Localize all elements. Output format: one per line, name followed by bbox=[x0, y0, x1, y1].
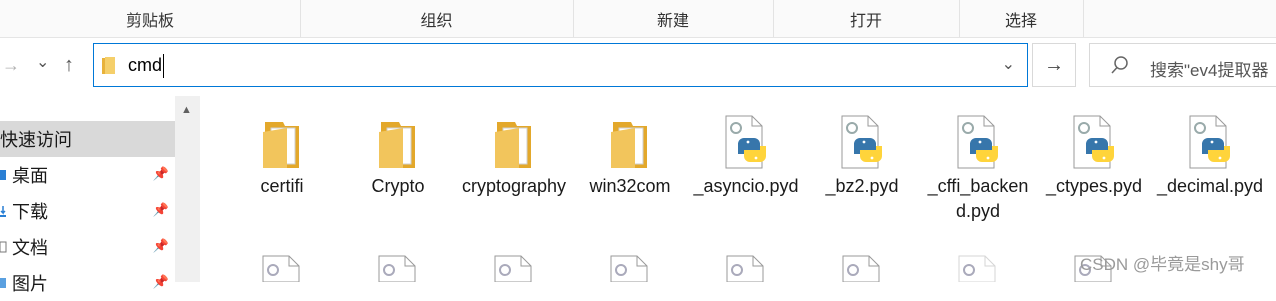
file-item[interactable]: _cffi_backend.pyd bbox=[923, 108, 1033, 224]
python-file-icon bbox=[807, 108, 917, 170]
file-name: cryptography bbox=[461, 176, 567, 196]
file-name: _asyncio.pyd bbox=[693, 176, 799, 196]
text-caret bbox=[163, 54, 164, 78]
folder-icon bbox=[575, 108, 685, 170]
up-arrow-icon[interactable]: ↑ bbox=[64, 54, 74, 77]
nav-item-pictures[interactable]: 图片 📌 bbox=[0, 265, 175, 301]
file-item[interactable]: _bz2.pyd bbox=[807, 108, 917, 199]
nav-item-documents[interactable]: 文档 📌 bbox=[0, 229, 175, 265]
python-file-icon[interactable] bbox=[261, 254, 305, 287]
nav-item-downloads[interactable]: 下载 📌 bbox=[0, 193, 175, 229]
file-item[interactable]: _ctypes.pyd bbox=[1039, 108, 1149, 199]
ribbon-group-label: 选择 bbox=[1004, 12, 1037, 30]
ribbon-group-label: 打开 bbox=[849, 12, 882, 30]
nav-pane-scrollbar[interactable]: ▲ bbox=[175, 96, 200, 282]
file-name: _decimal.pyd bbox=[1156, 176, 1264, 196]
scroll-up-arrow-icon[interactable]: ▲ bbox=[181, 104, 192, 116]
search-placeholder: 搜索"ev4提取器 bbox=[1150, 61, 1269, 80]
nav-item-desktop[interactable]: 桌面 📌 bbox=[0, 157, 175, 193]
nav-item-label: 文档 bbox=[12, 238, 48, 258]
nav-item-label: 图片 bbox=[12, 274, 48, 294]
address-input-value[interactable]: cmd bbox=[128, 55, 162, 76]
file-item[interactable]: win32com bbox=[575, 108, 685, 199]
pin-icon[interactable]: 📌 bbox=[153, 274, 169, 290]
search-box[interactable]: 搜索"ev4提取器 bbox=[1089, 43, 1276, 87]
downloads-icon bbox=[0, 206, 6, 217]
file-item[interactable]: _decimal.pyd bbox=[1155, 108, 1265, 199]
pictures-icon bbox=[0, 278, 6, 288]
ribbon-group-label: 剪贴板 bbox=[125, 12, 174, 30]
nav-item-label: 下载 bbox=[12, 202, 48, 222]
ribbon-group-organize[interactable]: 组织 bbox=[300, 0, 574, 37]
python-file-icon[interactable] bbox=[841, 254, 885, 287]
ribbon-group-new[interactable]: 新建 bbox=[573, 0, 774, 37]
python-file-icon[interactable] bbox=[493, 254, 537, 287]
pin-icon[interactable]: 📌 bbox=[153, 238, 169, 254]
forward-arrow-icon[interactable]: → bbox=[2, 55, 20, 76]
search-icon bbox=[1111, 56, 1128, 74]
go-button[interactable]: → bbox=[1032, 43, 1076, 87]
ribbon-group-label: 新建 bbox=[656, 12, 689, 30]
desktop-icon bbox=[0, 170, 6, 180]
ribbon-group-label: 组织 bbox=[420, 12, 453, 30]
recent-locations-chevron-icon[interactable]: ⌄ bbox=[36, 52, 49, 72]
address-dropdown-chevron-icon[interactable]: ⌄ bbox=[1002, 54, 1015, 74]
python-file-icon[interactable] bbox=[377, 254, 421, 287]
python-file-icon[interactable] bbox=[609, 254, 653, 287]
python-file-icon bbox=[923, 108, 1033, 170]
python-file-icon[interactable] bbox=[957, 254, 1001, 287]
folder-icon bbox=[459, 108, 569, 170]
file-item[interactable]: cryptography bbox=[459, 108, 569, 199]
file-name: certifi bbox=[260, 176, 304, 196]
file-item[interactable]: Crypto bbox=[343, 108, 453, 199]
file-name: win32com bbox=[589, 176, 671, 196]
ribbon-group-open[interactable]: 打开 bbox=[773, 0, 960, 37]
file-name: _bz2.pyd bbox=[825, 176, 899, 196]
file-name: Crypto bbox=[371, 176, 425, 196]
watermark: CSDN @毕竟是shy哥 bbox=[1080, 255, 1245, 274]
address-bar[interactable]: cmd ⌄ bbox=[93, 43, 1028, 87]
file-name: _cffi_backend.pyd bbox=[927, 176, 1029, 221]
nav-item-label: 桌面 bbox=[12, 166, 48, 186]
ribbon-bar: 剪贴板 组织 新建 打开 选择 bbox=[0, 0, 1276, 38]
go-arrow-icon: → bbox=[1044, 53, 1064, 76]
file-item[interactable]: certifi bbox=[227, 108, 337, 199]
python-file-icon[interactable] bbox=[725, 254, 769, 287]
python-file-icon bbox=[1039, 108, 1149, 170]
folder-icon bbox=[102, 57, 115, 74]
file-item[interactable]: _asyncio.pyd bbox=[691, 108, 801, 199]
nav-item-label: 快速访问 bbox=[0, 130, 72, 150]
folder-icon bbox=[227, 108, 337, 170]
navigation-pane: 快速访问 桌面 📌 下载 📌 文档 📌 图片 📌 bbox=[0, 96, 200, 294]
pin-icon[interactable]: 📌 bbox=[153, 166, 169, 182]
ribbon-group-select[interactable]: 选择 bbox=[959, 0, 1084, 37]
file-name: _ctypes.pyd bbox=[1045, 176, 1143, 196]
ribbon-group-clipboard[interactable]: 剪贴板 bbox=[0, 0, 301, 37]
folder-icon bbox=[343, 108, 453, 170]
documents-icon bbox=[0, 241, 7, 253]
python-file-icon bbox=[691, 108, 801, 170]
nav-item-quick-access[interactable]: 快速访问 bbox=[0, 121, 175, 157]
python-file-icon bbox=[1155, 108, 1265, 170]
pin-icon[interactable]: 📌 bbox=[153, 202, 169, 218]
